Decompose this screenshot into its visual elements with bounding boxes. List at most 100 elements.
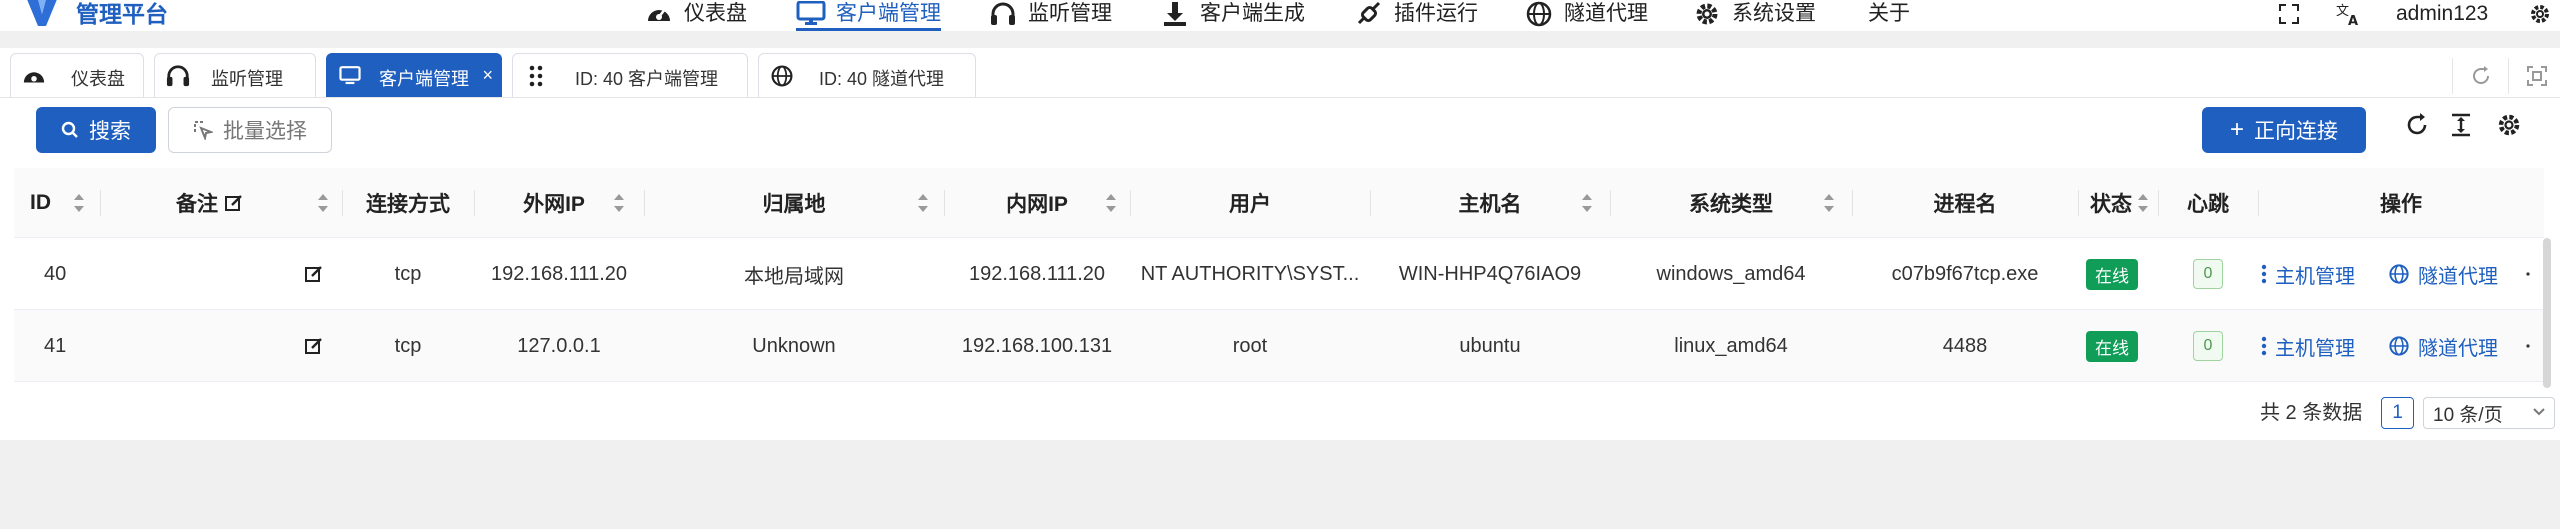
host-manage-label: 主机管理 bbox=[2275, 337, 2355, 360]
col-location[interactable]: 归属地 bbox=[644, 168, 944, 238]
maximize-icon[interactable] bbox=[2508, 58, 2560, 94]
sort-icon[interactable] bbox=[316, 192, 330, 214]
monitor-icon bbox=[796, 0, 826, 28]
tunnel-proxy-label: 隧道代理 bbox=[2418, 265, 2498, 288]
edit-icon bbox=[225, 195, 242, 211]
translate-icon[interactable]: 文A bbox=[2336, 0, 2362, 28]
brand-title: 管理平台 bbox=[76, 1, 168, 27]
tab-dashboard-label: 仪表盘 bbox=[71, 69, 125, 89]
tab-client-40[interactable]: ID: 40 客户端管理 bbox=[512, 53, 748, 97]
more-actions-icon[interactable] bbox=[2522, 310, 2534, 382]
menu-dashboard[interactable]: 仪表盘 bbox=[644, 0, 747, 31]
heartbeat-badge: 0 bbox=[2193, 259, 2223, 289]
cell-heartbeat: 0 bbox=[2158, 310, 2258, 382]
col-wan-ip-label: 外网IP bbox=[523, 193, 585, 216]
col-os-type-label: 系统类型 bbox=[1689, 193, 1773, 216]
cell-process: 4488 bbox=[1942, 334, 1988, 357]
col-lan-ip-label: 内网IP bbox=[1006, 193, 1068, 216]
status-badge: 在线 bbox=[2086, 330, 2138, 362]
menu-about[interactable]: 关于 bbox=[1868, 0, 1910, 31]
user-settings-icon[interactable] bbox=[2528, 0, 2552, 28]
edit-remark-icon[interactable] bbox=[294, 238, 334, 310]
svg-text:A: A bbox=[2348, 14, 2358, 26]
batch-select-label: 批量选择 bbox=[223, 120, 307, 143]
chevron-down-icon bbox=[2532, 403, 2546, 427]
cell-wan-ip: 127.0.0.1 bbox=[517, 334, 601, 357]
col-remark-label: 备注 bbox=[176, 193, 218, 216]
menu-settings-label: 系统设置 bbox=[1732, 2, 1816, 25]
refresh-icon[interactable] bbox=[2402, 110, 2432, 140]
tunnel-proxy-link[interactable]: 隧道代理 bbox=[2378, 310, 2508, 382]
cell-user: root bbox=[1232, 334, 1268, 357]
forward-connect-button[interactable]: + 正向连接 bbox=[2202, 107, 2366, 153]
search-button-label: 搜索 bbox=[89, 120, 131, 143]
table-row: 41 tcp 127.0.0.1 Unknown 192.168.100.131… bbox=[14, 310, 2544, 382]
table-scrollbar[interactable] bbox=[2543, 238, 2551, 388]
edit-remark-icon[interactable] bbox=[294, 310, 334, 382]
search-icon bbox=[61, 121, 78, 138]
sort-icon[interactable] bbox=[1580, 192, 1594, 214]
col-os-type[interactable]: 系统类型 bbox=[1610, 168, 1852, 238]
pagination-total: 共 2 条数据 bbox=[2260, 402, 2363, 424]
tab-dashboard[interactable]: 仪表盘 bbox=[10, 53, 144, 97]
fullscreen-icon[interactable] bbox=[2278, 0, 2300, 28]
menu-system-settings[interactable]: 系统设置 bbox=[1692, 0, 1816, 31]
page-size-select[interactable]: 10 条/页 bbox=[2423, 397, 2555, 429]
more-vertical-icon bbox=[2261, 264, 2267, 284]
col-connection: 连接方式 bbox=[342, 168, 474, 238]
col-hostname-label: 主机名 bbox=[1458, 193, 1522, 216]
heartbeat-badge: 0 bbox=[2193, 331, 2223, 361]
col-id-label: ID bbox=[30, 191, 51, 214]
col-process: 进程名 bbox=[1852, 168, 2078, 238]
sort-icon[interactable] bbox=[1104, 192, 1118, 214]
sort-icon[interactable] bbox=[2136, 192, 2150, 214]
menu-listener-management[interactable]: 监听管理 bbox=[988, 0, 1112, 31]
tab-listener-management[interactable]: 监听管理 bbox=[154, 53, 316, 97]
tab-tunnel-40[interactable]: ID: 40 隧道代理 bbox=[758, 53, 976, 97]
close-icon[interactable]: × bbox=[482, 65, 493, 86]
col-remark[interactable]: 备注 bbox=[100, 168, 320, 238]
headphones-icon bbox=[165, 63, 191, 89]
globe-icon bbox=[2389, 264, 2409, 284]
host-manage-label: 主机管理 bbox=[2275, 265, 2355, 288]
menu-tunnel-label: 隧道代理 bbox=[1564, 2, 1648, 25]
col-lan-ip[interactable]: 内网IP bbox=[944, 168, 1130, 238]
more-actions-icon[interactable] bbox=[2522, 238, 2534, 310]
tab-listener-label: 监听管理 bbox=[211, 69, 283, 89]
globe-icon bbox=[769, 63, 795, 89]
sort-icon[interactable] bbox=[916, 192, 930, 214]
sort-icon[interactable] bbox=[1822, 192, 1836, 214]
table-row: 40 tcp 192.168.111.20 本地局域网 192.168.111.… bbox=[14, 238, 2544, 310]
tab-client-management[interactable]: 客户端管理 × bbox=[326, 53, 502, 97]
column-height-icon[interactable] bbox=[2446, 110, 2476, 140]
table-settings-icon[interactable] bbox=[2494, 110, 2524, 140]
plug-icon bbox=[1354, 0, 1384, 28]
client-list-card: 搜索 批量选择 + 正向连接 ID 备注 连接方式 外网IP 归属地 内网IP … bbox=[0, 98, 2560, 440]
cell-wan-ip: 192.168.111.20 bbox=[490, 262, 628, 285]
refresh-tab-icon[interactable] bbox=[2452, 58, 2508, 94]
tunnel-proxy-link[interactable]: 隧道代理 bbox=[2378, 238, 2508, 310]
page-number-button[interactable]: 1 bbox=[2381, 397, 2414, 429]
col-hostname[interactable]: 主机名 bbox=[1370, 168, 1610, 238]
menu-client-generate[interactable]: 客户端生成 bbox=[1160, 0, 1305, 31]
menu-plugin-run[interactable]: 插件运行 bbox=[1354, 0, 1478, 31]
plus-icon: + bbox=[2229, 116, 2244, 143]
host-manage-link[interactable]: 主机管理 bbox=[2246, 310, 2370, 382]
username[interactable]: admin123 bbox=[2396, 0, 2488, 28]
cell-os-type: linux_amd64 bbox=[1674, 334, 1788, 357]
sort-icon[interactable] bbox=[72, 192, 86, 214]
menu-client-management[interactable]: 客户端管理 bbox=[796, 0, 941, 31]
tabs-bar: 仪表盘 监听管理 客户端管理 × ID: 40 客户端管理 ID: 40 隧道代… bbox=[0, 48, 2560, 98]
col-id[interactable]: ID bbox=[14, 168, 100, 238]
batch-select-button[interactable]: 批量选择 bbox=[168, 107, 332, 153]
more-vertical-icon bbox=[2261, 336, 2267, 356]
sort-icon[interactable] bbox=[612, 192, 626, 214]
col-wan-ip[interactable]: 外网IP bbox=[474, 168, 634, 238]
host-manage-link[interactable]: 主机管理 bbox=[2246, 238, 2370, 310]
tab-tunnel-40-label: ID: 40 隧道代理 bbox=[819, 69, 945, 89]
globe-icon bbox=[1524, 0, 1554, 28]
menu-tunnel-proxy[interactable]: 隧道代理 bbox=[1524, 0, 1648, 31]
cell-id: 41 bbox=[44, 334, 67, 357]
search-button[interactable]: 搜索 bbox=[36, 107, 156, 153]
menu-client-generate-label: 客户端生成 bbox=[1200, 2, 1305, 25]
